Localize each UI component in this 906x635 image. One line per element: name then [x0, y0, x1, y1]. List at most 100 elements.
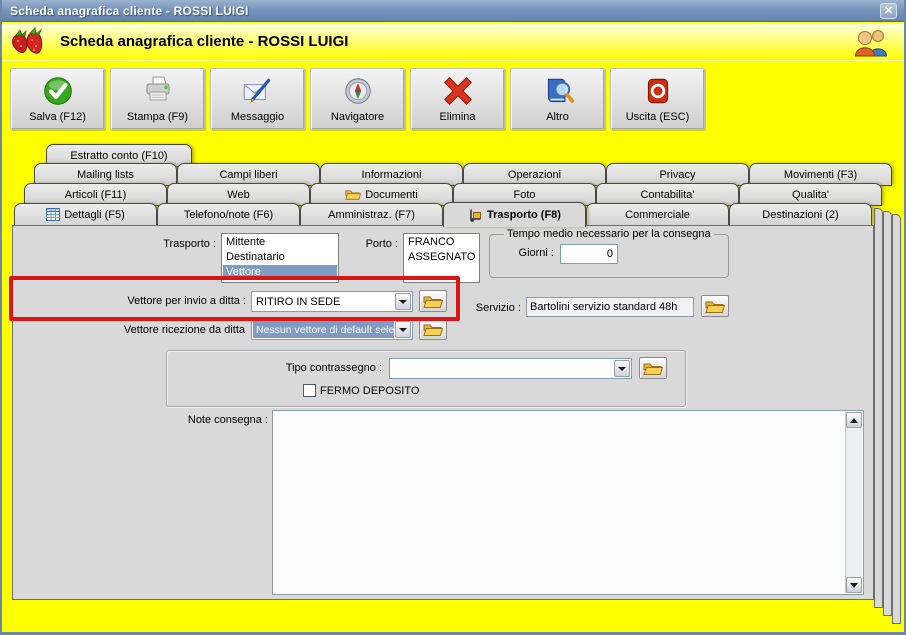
note-consegna-label: Note consegna : — [187, 414, 268, 426]
tab-label: Foto — [513, 188, 536, 201]
toolbar-button-label: Altro — [546, 111, 569, 123]
list-item[interactable]: ASSEGNATO — [405, 250, 478, 265]
tab-label: Movimenti (F3) — [783, 168, 858, 181]
vettore-invio-combobox[interactable]: RITIRO IN SEDE — [251, 291, 413, 312]
chevron-down-icon[interactable] — [395, 321, 411, 338]
fermo-deposito-label: FERMO DEPOSITO — [320, 385, 420, 397]
app-header: Scheda anagrafica cliente - ROSSI LUIGI — [2, 23, 904, 61]
vettore-invio-folder-button[interactable] — [419, 290, 447, 312]
toolbar-button-label: Salva (F12) — [29, 111, 86, 123]
tab-label: Qualita' — [792, 188, 829, 201]
tipo-contrassegno-folder-button[interactable] — [639, 357, 667, 379]
strawberry-icon — [12, 27, 43, 54]
combobox-value — [391, 360, 613, 377]
trasporto-label: Trasporto : — [163, 238, 216, 250]
salva-button[interactable]: Salva (F12) — [10, 68, 105, 130]
tab-dettagli[interactable]: Dettagli (F5) — [14, 203, 157, 226]
folder-icon — [345, 190, 362, 200]
tab-label: Documenti — [365, 188, 418, 201]
tab-label: Mailing lists — [77, 168, 134, 181]
printer-icon — [111, 73, 204, 109]
tab-label: Contabilita' — [640, 188, 695, 201]
vettore-ricezione-folder-button[interactable] — [419, 318, 447, 340]
folder-icon — [705, 301, 725, 313]
tab-label: Informazioni — [361, 168, 422, 181]
tab-commerciale[interactable]: Commerciale — [586, 203, 729, 226]
tab-label: Campi liberi — [219, 168, 278, 181]
chevron-down-icon[interactable] — [395, 293, 411, 310]
tab-telefono-note[interactable]: Telefono/note (F6) — [157, 203, 300, 226]
list-item[interactable]: FRANCO — [405, 235, 478, 250]
navigatore-button[interactable]: Navigatore — [310, 68, 405, 130]
toolbar-button-label: Messaggio — [230, 111, 285, 123]
tab-label: Articoli (F11) — [64, 188, 127, 201]
vertical-scrollbar[interactable] — [845, 412, 862, 593]
folder-icon — [423, 296, 443, 308]
tab-trasporto-active[interactable]: Trasporto (F8) — [443, 202, 586, 227]
elimina-button[interactable]: Elimina — [410, 68, 505, 130]
chevron-down-icon[interactable] — [614, 360, 630, 377]
fermo-deposito-checkbox[interactable] — [303, 384, 316, 397]
note-consegna-textarea[interactable] — [272, 410, 864, 595]
vettore-ricezione-combobox[interactable]: Nessun vettore di default selezionato — [251, 319, 413, 340]
tempo-consegna-legend: Tempo medio necessario per la consegna — [507, 228, 711, 240]
porto-label: Porto : — [365, 238, 398, 250]
folder-icon — [643, 363, 663, 375]
scroll-up-icon[interactable] — [846, 412, 862, 428]
porto-listbox[interactable]: FRANCO ASSEGNATO — [403, 233, 480, 283]
messaggio-button[interactable]: Messaggio — [210, 68, 305, 130]
combobox-value: RITIRO IN SEDE — [256, 295, 341, 308]
scroll-down-icon[interactable] — [846, 577, 862, 593]
tab-label: Amministraz. (F7) — [328, 208, 415, 221]
list-item[interactable]: Mittente — [223, 235, 337, 250]
folder-icon — [423, 324, 443, 336]
giorni-label: Giorni : — [518, 247, 554, 259]
table-icon — [46, 208, 61, 221]
tab-label: Dettagli (F5) — [64, 208, 125, 221]
giorni-input[interactable] — [560, 244, 618, 264]
tipo-contrassegno-combobox[interactable] — [389, 358, 632, 379]
save-check-icon — [11, 73, 104, 109]
tab-label: Commerciale — [625, 208, 690, 221]
stacked-page-edge — [883, 211, 892, 616]
tab-amministraz[interactable]: Amministraz. (F7) — [300, 203, 443, 226]
tab-label: Operazioni — [507, 168, 562, 181]
tab-destinazioni[interactable]: Destinazioni (2) — [729, 203, 872, 226]
list-item-selected[interactable]: Vettore — [223, 265, 337, 280]
stacked-page-edge — [874, 208, 883, 608]
vettore-invio-label: Vettore per invio a ditta : — [127, 295, 246, 307]
toolbar-button-label: Navigatore — [330, 111, 385, 123]
trasporto-listbox[interactable]: Mittente Destinatario Vettore — [221, 233, 339, 283]
titlebar: Scheda anagrafica cliente - ROSSI LUIGI … — [2, 0, 904, 22]
book-magnifier-icon — [511, 73, 604, 109]
uscita-button[interactable]: Uscita (ESC) — [610, 68, 705, 130]
toolbar-button-label: Uscita (ESC) — [625, 111, 690, 123]
tipo-contrassegno-label: Tipo contrassegno : — [285, 362, 382, 374]
stampa-button[interactable]: Stampa (F9) — [110, 68, 205, 130]
window-title: Scheda anagrafica cliente - ROSSI LUIGI — [10, 3, 249, 18]
envelope-pen-icon — [211, 73, 304, 109]
red-x-icon — [411, 73, 504, 109]
toolbar-button-label: Elimina — [439, 111, 476, 123]
list-item[interactable]: Destinatario — [223, 250, 337, 265]
servizio-field: Bartolini servizio standard 48h — [526, 297, 694, 317]
compass-icon — [311, 73, 404, 109]
servizio-label: Servizio : — [475, 302, 521, 314]
tab-label: Estratto conto (F10) — [70, 149, 168, 162]
tab-label: Web — [227, 188, 250, 201]
vettore-ricezione-label: Vettore ricezione da ditta — [123, 324, 245, 336]
page-title: Scheda anagrafica cliente - ROSSI LUIGI — [60, 33, 349, 50]
close-button[interactable]: ✕ — [880, 3, 897, 19]
combobox-value-selected: Nessun vettore di default selezionato — [253, 321, 394, 338]
servizio-folder-button[interactable] — [701, 295, 729, 317]
app-window: Scheda anagrafica cliente - ROSSI LUIGI … — [0, 0, 906, 635]
users-icon[interactable] — [854, 27, 890, 57]
altro-button[interactable]: Altro — [510, 68, 605, 130]
tab-label: Telefono/note (F6) — [183, 208, 274, 221]
tab-label: Trasporto (F8) — [487, 209, 561, 221]
tempo-consegna-fieldset: Tempo medio necessario per la consegna G… — [489, 228, 729, 278]
toolbar-button-label: Stampa (F9) — [126, 111, 189, 123]
contrassegno-groupbox: Tipo contrassegno : FERMO DEPOSITO — [166, 350, 686, 407]
power-icon — [611, 73, 704, 109]
tab-label: Privacy — [659, 168, 696, 181]
